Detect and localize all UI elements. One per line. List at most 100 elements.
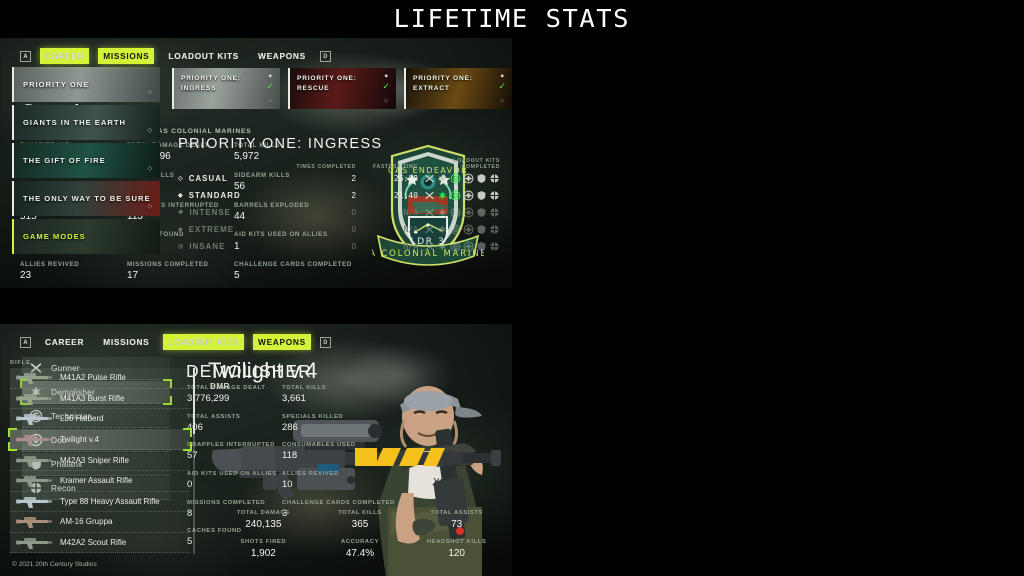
difficulty-row[interactable]: ◈ EXTREME 0 N/A <box>178 221 500 238</box>
mission-complete-check-icon: ✓ <box>382 81 390 91</box>
mission-card-line1: PRIORITY ONE: <box>413 75 473 82</box>
stat-value: 0 <box>187 479 282 492</box>
prev-tab-key[interactable]: A <box>20 50 31 62</box>
tab-weapons[interactable]: WEAPONS <box>253 334 311 350</box>
missions-panel: A CAREER MISSIONS LOADOUT KITS WEAPONS D… <box>0 38 512 288</box>
campaign-list[interactable]: PRIORITY ONE ◇ GIANTS IN THE EARTH ◇ THE GIF… <box>12 67 160 257</box>
next-tab-key[interactable]: D <box>319 336 331 348</box>
demolisher-icon <box>438 208 447 217</box>
weapon-list-item[interactable]: M41A3 Burst Rifle <box>10 388 190 410</box>
weapon-list-item[interactable]: Type 88 Heavy Assault Rifle <box>10 491 190 513</box>
weapon-list-item[interactable]: M42A2 Scout Rifle <box>10 532 190 554</box>
kit-stat: TOTAL KILLS 3,661 <box>282 384 377 411</box>
demolisher-icon <box>438 191 447 200</box>
loadout-kits-completed-cell <box>418 190 500 201</box>
weapon-name: AM-16 Gruppa <box>60 517 113 527</box>
mission-card-diamond-top-icon: ◆ <box>384 73 388 78</box>
campaign-list-item[interactable]: GIANTS IN THE EARTH ◇ <box>12 105 160 140</box>
mission-card-line1: PRIORITY ONE: <box>181 75 241 82</box>
tab-career[interactable]: CAREER <box>40 334 89 350</box>
stat-label: TOTAL KILLS <box>338 510 382 516</box>
campaign-label: PRIORITY ONE <box>23 80 90 89</box>
weapon-list[interactable]: M41A2 Pulse Rifle M41A3 Burst Rifle L36 Ha… <box>8 368 192 554</box>
mission-card-diamond-bottom-icon: ◇ <box>384 98 388 104</box>
stat-value: 120 <box>448 547 465 559</box>
stat-label: ACCURACY <box>341 539 379 546</box>
stat-label: CONSUMABLES USED <box>282 442 356 449</box>
mission-card[interactable]: PRIORITY ONE: RESCUE ◆ ◇ ✓ <box>288 68 396 109</box>
recon-icon <box>489 241 500 252</box>
prev-tab-key[interactable]: A <box>20 336 31 348</box>
recon-icon <box>489 224 500 235</box>
campaign-label: THE GIFT OF FIRE <box>23 156 106 165</box>
tab-missions[interactable]: MISSIONS <box>98 48 155 64</box>
stat-label: GRAPPLES INTERRUPTED <box>187 442 275 449</box>
kit-stat: AID KITS USED ON ALLIES0 <box>187 470 282 497</box>
mission-card-row[interactable]: PRIORITY ONE: INGRESS ◆ ◇ ✓ PRIORITY ONE: RESC… <box>172 68 512 109</box>
mission-complete-check-icon: ✓ <box>498 81 506 91</box>
technician-icon <box>450 207 461 218</box>
weapon-stat: TOTAL KILLS 365 <box>312 509 409 536</box>
kit-stat: TOTAL ASSISTS 406 <box>187 413 282 440</box>
stat-value: 365 <box>351 518 369 530</box>
phalanx-icon <box>477 191 486 200</box>
difficulty-name-cell: ◈ EXTREME <box>178 225 290 234</box>
difficulty-label: EXTREME <box>188 225 235 234</box>
difficulty-row[interactable]: ◆ STANDARD 2 21:40 <box>178 187 500 204</box>
stat-label: HEADSHOT KILLS <box>427 539 487 546</box>
difficulty-row[interactable]: ◇ CASUAL 2 26:08 <box>178 170 500 187</box>
tab-weapons[interactable]: WEAPONS <box>253 48 311 64</box>
weapon-list-item[interactable]: AM-16 Gruppa <box>10 512 190 533</box>
campaign-list-item[interactable]: THE ONLY WAY TO BE SURE ◇ <box>12 181 160 216</box>
difficulty-name-cell: ◎ INSANE <box>178 242 290 251</box>
doc-icon <box>463 207 474 218</box>
difficulty-rank-icon: ◇ <box>178 176 184 182</box>
mission-card[interactable]: PRIORITY ONE: INGRESS ◆ ◇ ✓ <box>172 68 280 109</box>
difficulty-diamond-icon: ◇ <box>147 204 152 210</box>
mission-card-title: PRIORITY ONE: EXTRACT <box>406 68 512 94</box>
stat-value: 73 <box>451 518 463 530</box>
kit-stat: ALLIES REVIVED 10 <box>282 470 377 497</box>
campaign-label: GAME MODES <box>23 232 86 241</box>
mission-complete-check-icon: ✓ <box>266 81 274 91</box>
mission-card[interactable]: PRIORITY ONE: EXTRACT ◆ ◇ ✓ <box>404 68 512 109</box>
career-stat: MISSIONS COMPLETED 17 <box>127 260 234 288</box>
kit-stat: TOTAL DAMAGE DEALT 3,776,299 <box>187 384 282 411</box>
difficulty-row[interactable]: ◎ INSANE 0 N/A <box>178 238 500 255</box>
phalanx-icon <box>477 174 486 183</box>
mission-card-title: PRIORITY ONE: INGRESS <box>174 68 280 94</box>
tab-loadout-kits[interactable]: LOADOUT KITS <box>163 334 244 350</box>
gunner-icon <box>425 242 434 251</box>
stat-value: 10 <box>282 478 293 490</box>
times-completed-value: 0 <box>351 208 356 217</box>
campaign-list-item[interactable]: PRIORITY ONE ◇ <box>12 67 160 102</box>
gunner-icon <box>425 191 434 200</box>
difficulty-rank-icon: ◈ <box>178 227 184 233</box>
mission-card-diamond-bottom-icon: ◇ <box>500 98 504 104</box>
col-times-completed: TIMES COMPLETED <box>296 164 356 170</box>
tab-loadout-kits[interactable]: LOADOUT KITS <box>163 48 244 64</box>
col-loadout-kits-completed: LOADOUT KITS COMPLETED <box>453 158 500 170</box>
tab-career[interactable]: CAREER <box>40 48 89 64</box>
next-tab-key[interactable]: D <box>319 50 331 62</box>
gunner-icon <box>425 225 434 234</box>
campaign-label: GIANTS IN THE EARTH <box>23 118 126 127</box>
weapon-list-item[interactable]: M41A2 Pulse Rifle <box>10 368 190 389</box>
campaign-label: THE ONLY WAY TO BE SURE <box>23 194 151 203</box>
mission-card-diamond-bottom-icon: ◇ <box>268 98 272 104</box>
weapon-list-item[interactable]: L36 Halberd <box>10 409 190 430</box>
weapon-list-scrollbar[interactable] <box>193 368 195 554</box>
weapon-list-item[interactable]: M42A3 Sniper Rifle <box>10 450 190 471</box>
weapon-stat-grid: TOTAL DAMAGE 240,135 TOTAL KILLS 365 TOTAL A… <box>215 509 505 565</box>
difficulty-row[interactable]: ❖ INTENSE 0 N/A <box>178 204 500 221</box>
stat-value: 47.4% <box>345 547 375 559</box>
weapon-name: M42A2 Scout Rifle <box>60 538 127 548</box>
kit-stat: GRAPPLES INTERRUPTED 57 <box>187 441 282 468</box>
campaign-list-item[interactable]: GAME MODES <box>12 219 160 254</box>
weapon-list-item[interactable]: Kramer Assault Rifle <box>10 470 190 492</box>
weapon-list-item[interactable]: Twilight v.4 <box>8 427 192 452</box>
kit-stat: CONSUMABLES USED 118 <box>282 441 377 468</box>
tab-missions[interactable]: MISSIONS <box>98 334 154 350</box>
campaign-list-item[interactable]: THE GIFT OF FIRE ◇ <box>12 143 160 178</box>
weapon-thumbnail <box>16 496 52 508</box>
